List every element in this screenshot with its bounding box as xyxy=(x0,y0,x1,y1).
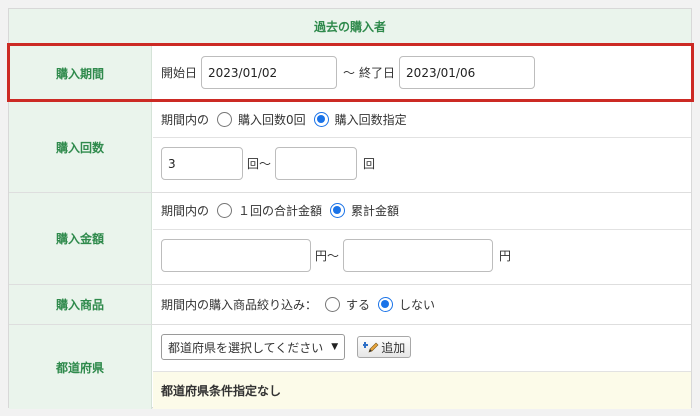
product-radio-yes[interactable] xyxy=(325,297,341,312)
start-date-label: 開始日 xyxy=(161,66,198,80)
chevron-down-icon: ▼ xyxy=(331,342,339,352)
add-pencil-icon xyxy=(363,342,379,353)
amount-radio-single[interactable] xyxy=(217,203,233,218)
amount-range-sep: 円～ xyxy=(315,249,340,263)
product-row: 購入商品 期間内の購入商品絞り込み： する しない xyxy=(9,285,691,325)
count-radio-zero[interactable] xyxy=(217,112,233,127)
amount-max-input[interactable] xyxy=(343,239,494,272)
amount-option-single-label: １回の合計金額 xyxy=(238,204,323,218)
amount-row: 購入金額 期間内の １回の合計金額 累計金額 円～ 円 xyxy=(9,193,691,285)
count-max-input[interactable] xyxy=(275,147,358,180)
count-radio-specified[interactable] xyxy=(313,112,329,127)
period-label: 購入期間 xyxy=(9,45,152,101)
prefecture-row: 都道府県 都道府県を選択してください ▼ 追加 都道府県条件指定なし xyxy=(9,325,691,409)
prefecture-note: 都道府県条件指定なし xyxy=(153,371,691,409)
count-min-input[interactable] xyxy=(161,147,243,180)
product-radio-no[interactable] xyxy=(378,297,394,312)
product-option-no-label: しない xyxy=(399,298,436,312)
amount-radio-cumulative[interactable] xyxy=(330,203,346,218)
amount-min-input[interactable] xyxy=(161,239,311,272)
count-label: 購入回数 xyxy=(9,102,152,192)
count-range-sep: 回～ xyxy=(247,157,272,171)
end-date-input[interactable] xyxy=(399,56,536,89)
amount-unit: 円 xyxy=(499,249,512,263)
add-button-label: 追加 xyxy=(381,340,406,355)
product-prefix: 期間内の購入商品絞り込み： xyxy=(161,298,318,312)
prefecture-select-value: 都道府県を選択してください xyxy=(168,340,324,355)
count-option-zero-label: 購入回数0回 xyxy=(238,113,306,127)
prefecture-label: 都道府県 xyxy=(9,325,152,409)
purchase-filter-panel: 過去の購入者 購入期間 開始日 ～ 終了日 購入回数 期間内の 購入回数0回 購… xyxy=(8,8,692,409)
product-option-yes-label: する xyxy=(346,298,371,312)
amount-prefix: 期間内の xyxy=(161,204,210,218)
panel-caption: 過去の購入者 xyxy=(9,9,691,45)
start-date-input[interactable] xyxy=(201,56,338,89)
end-date-label: 終了日 xyxy=(359,66,396,80)
period-separator: ～ xyxy=(343,66,356,80)
amount-option-cumulative-label: 累計金額 xyxy=(351,204,400,218)
amount-label: 購入金額 xyxy=(9,193,152,284)
count-unit: 回 xyxy=(363,157,376,171)
period-row: 購入期間 開始日 ～ 終了日 xyxy=(9,45,691,102)
product-label: 購入商品 xyxy=(9,285,152,324)
prefecture-select[interactable]: 都道府県を選択してください ▼ xyxy=(161,334,346,360)
count-row: 購入回数 期間内の 購入回数0回 購入回数指定 回～ 回 xyxy=(9,102,691,193)
count-option-specified-label: 購入回数指定 xyxy=(334,113,407,127)
add-prefecture-button[interactable]: 追加 xyxy=(357,336,412,358)
count-prefix: 期間内の xyxy=(161,113,210,127)
